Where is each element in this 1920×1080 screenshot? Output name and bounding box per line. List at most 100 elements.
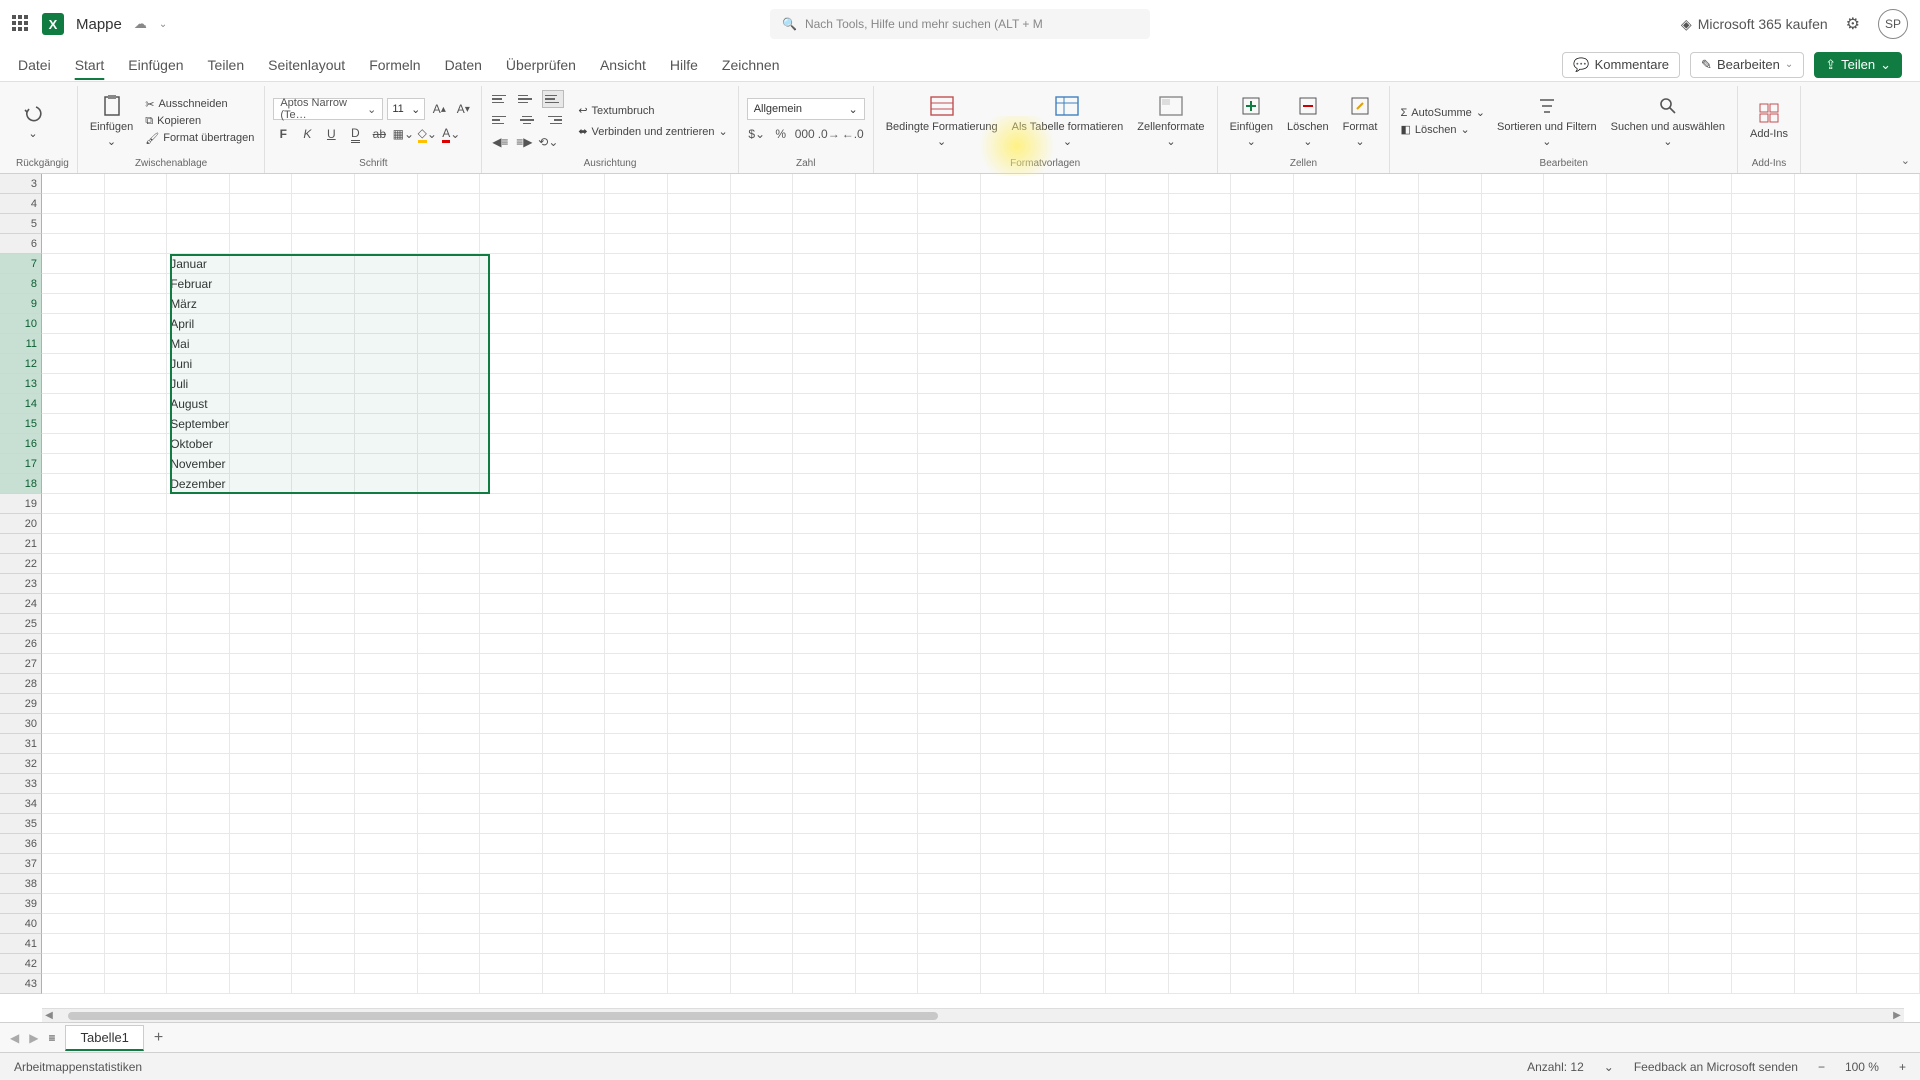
cell[interactable] <box>856 634 919 653</box>
cell[interactable] <box>1419 494 1482 513</box>
cell[interactable] <box>543 554 606 573</box>
cell[interactable] <box>1294 754 1357 773</box>
decrease-decimal-button[interactable]: ←.0 <box>843 124 863 144</box>
cell[interactable] <box>1106 414 1169 433</box>
cell[interactable] <box>793 454 856 473</box>
cell[interactable] <box>668 554 731 573</box>
cell[interactable] <box>731 414 794 433</box>
cell[interactable] <box>1857 294 1920 313</box>
cell[interactable] <box>1294 794 1357 813</box>
cell[interactable] <box>1356 394 1419 413</box>
cell[interactable] <box>1419 174 1482 193</box>
row-header[interactable]: 36 <box>0 834 42 854</box>
cell[interactable] <box>230 194 293 213</box>
cell[interactable] <box>981 814 1044 833</box>
cell[interactable] <box>1607 254 1670 273</box>
cell[interactable] <box>856 494 919 513</box>
cell[interactable] <box>1795 434 1858 453</box>
cell[interactable] <box>1669 714 1732 733</box>
cell[interactable] <box>731 694 794 713</box>
cell[interactable] <box>1294 414 1357 433</box>
cell[interactable] <box>1169 934 1232 953</box>
cell[interactable] <box>543 194 606 213</box>
cell[interactable] <box>480 974 543 993</box>
cell[interactable] <box>981 574 1044 593</box>
cell[interactable] <box>605 974 668 993</box>
cell[interactable] <box>42 954 105 973</box>
fill-color-button[interactable]: ◇⌄ <box>417 124 437 144</box>
cell[interactable] <box>1356 254 1419 273</box>
grow-font-button[interactable]: A▴ <box>429 99 449 119</box>
cell[interactable] <box>1419 414 1482 433</box>
cell[interactable] <box>480 754 543 773</box>
cell[interactable] <box>668 614 731 633</box>
cell[interactable] <box>230 594 293 613</box>
cell[interactable] <box>292 794 355 813</box>
cell[interactable] <box>292 434 355 453</box>
cell[interactable] <box>230 814 293 833</box>
cell[interactable] <box>480 494 543 513</box>
cell[interactable] <box>355 894 418 913</box>
cell[interactable] <box>42 214 105 233</box>
cell[interactable] <box>856 774 919 793</box>
row-header[interactable]: 23 <box>0 574 42 594</box>
cell[interactable] <box>1732 814 1795 833</box>
cell[interactable] <box>418 854 481 873</box>
cell[interactable] <box>42 734 105 753</box>
cell[interactable] <box>1294 294 1357 313</box>
cell[interactable] <box>1607 614 1670 633</box>
cell[interactable] <box>856 554 919 573</box>
cell[interactable] <box>1857 934 1920 953</box>
cell[interactable] <box>1669 854 1732 873</box>
cell[interactable] <box>1356 174 1419 193</box>
cell[interactable] <box>731 254 794 273</box>
cell[interactable] <box>1169 954 1232 973</box>
font-size-select[interactable]: 11⌄ <box>387 98 425 120</box>
cell[interactable] <box>1231 554 1294 573</box>
cell[interactable] <box>1669 474 1732 493</box>
cell[interactable] <box>230 554 293 573</box>
cell[interactable] <box>1607 234 1670 253</box>
cell[interactable] <box>793 414 856 433</box>
cell[interactable] <box>856 194 919 213</box>
row-header[interactable]: 19 <box>0 494 42 514</box>
cell[interactable] <box>793 314 856 333</box>
cell[interactable] <box>105 414 168 433</box>
cell[interactable] <box>605 954 668 973</box>
cell[interactable] <box>167 234 230 253</box>
cell[interactable] <box>1607 754 1670 773</box>
cell[interactable] <box>1231 594 1294 613</box>
cell[interactable] <box>418 954 481 973</box>
cell[interactable] <box>1857 874 1920 893</box>
cell[interactable] <box>1294 914 1357 933</box>
cell[interactable] <box>480 654 543 673</box>
cell[interactable] <box>1669 434 1732 453</box>
cell[interactable] <box>292 394 355 413</box>
cell[interactable] <box>355 274 418 293</box>
cell[interactable] <box>1669 614 1732 633</box>
cell[interactable] <box>480 674 543 693</box>
cell[interactable] <box>668 234 731 253</box>
cell[interactable] <box>1482 434 1545 453</box>
cell[interactable] <box>605 854 668 873</box>
cell[interactable] <box>355 554 418 573</box>
cell[interactable] <box>1294 194 1357 213</box>
cell[interactable] <box>793 834 856 853</box>
cell[interactable] <box>1857 314 1920 333</box>
cell[interactable] <box>105 194 168 213</box>
cell[interactable] <box>605 394 668 413</box>
cell[interactable] <box>605 734 668 753</box>
cell[interactable] <box>1419 574 1482 593</box>
cell[interactable] <box>1044 534 1107 553</box>
tab-hilfe[interactable]: Hilfe <box>670 51 698 79</box>
cell[interactable] <box>1482 974 1545 993</box>
cell[interactable] <box>1857 254 1920 273</box>
cell[interactable] <box>1356 534 1419 553</box>
cell[interactable] <box>543 254 606 273</box>
cell[interactable] <box>1482 934 1545 953</box>
cell[interactable] <box>856 674 919 693</box>
row-header[interactable]: 26 <box>0 634 42 654</box>
cell[interactable] <box>1732 494 1795 513</box>
cell[interactable] <box>1231 414 1294 433</box>
cell[interactable] <box>793 754 856 773</box>
